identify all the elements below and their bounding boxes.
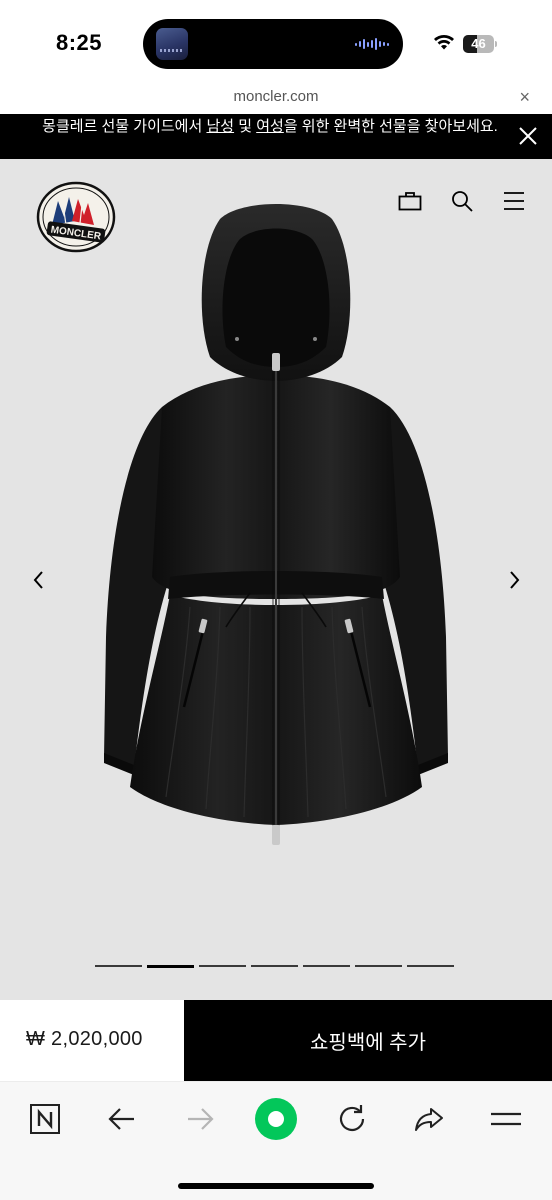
product-image[interactable] [100, 197, 452, 857]
slide-indicator[interactable] [95, 965, 142, 967]
menu-icon[interactable] [488, 1101, 524, 1137]
search-icon[interactable] [450, 189, 474, 213]
product-price: ₩ 2,020,000 [26, 1028, 143, 1050]
green-home-icon[interactable] [254, 1097, 298, 1141]
slide-indicator[interactable] [147, 964, 194, 968]
slide-indicator[interactable] [251, 965, 298, 967]
forward-arrow-icon[interactable] [182, 1101, 218, 1137]
slide-indicator[interactable] [355, 965, 402, 967]
dynamic-island[interactable] [143, 19, 403, 69]
reload-icon[interactable] [334, 1101, 370, 1137]
announcement-text-part: 및 [234, 118, 257, 135]
audio-wave-icon [355, 37, 389, 51]
back-arrow-icon[interactable] [104, 1101, 140, 1137]
status-bar: 8:25 46 [0, 0, 552, 84]
announcement-text-part: 몽클레르 선물 가이드에서 [42, 118, 207, 135]
announcement-text-part: 을 위한 완벽한 선물을 찾아보세요. [283, 118, 498, 135]
share-icon[interactable] [411, 1101, 447, 1137]
url-bar[interactable]: moncler.com × [0, 84, 552, 114]
url-text[interactable]: moncler.com [0, 88, 552, 105]
status-time: 8:25 [56, 30, 103, 55]
chevron-left-icon[interactable] [28, 567, 50, 593]
menu-icon[interactable] [502, 189, 526, 213]
chevron-right-icon[interactable] [503, 567, 525, 593]
slide-indicator[interactable] [407, 965, 454, 967]
link-women[interactable]: 여성 [256, 118, 284, 135]
now-playing-artwork [156, 28, 188, 60]
naver-n-icon[interactable] [27, 1101, 63, 1137]
purchase-bar: ₩ 2,020,000 쇼핑백에 추가 [0, 1000, 552, 1081]
home-indicator[interactable] [178, 1183, 374, 1189]
battery-level: 46 [471, 36, 486, 51]
announcement-text: 몽클레르 선물 가이드에서 남성 및 여성을 위한 완벽한 선물을 찾아보세요. [30, 117, 510, 137]
link-men[interactable]: 남성 [206, 118, 234, 135]
product-gallery[interactable]: MONCLER [0, 159, 552, 1000]
slide-indicator[interactable] [303, 965, 350, 967]
announcement-banner: 몽클레르 선물 가이드에서 남성 및 여성을 위한 완벽한 선물을 찾아보세요. [0, 114, 552, 159]
wifi-icon [434, 35, 454, 50]
slide-indicator[interactable] [199, 965, 246, 967]
close-icon[interactable]: × [519, 87, 530, 108]
slide-indicators [95, 964, 454, 968]
browser-toolbar [0, 1081, 552, 1200]
close-icon[interactable] [518, 126, 538, 146]
add-to-bag-button[interactable]: 쇼핑백에 추가 [184, 1000, 552, 1081]
battery-icon: 46 [463, 35, 497, 53]
